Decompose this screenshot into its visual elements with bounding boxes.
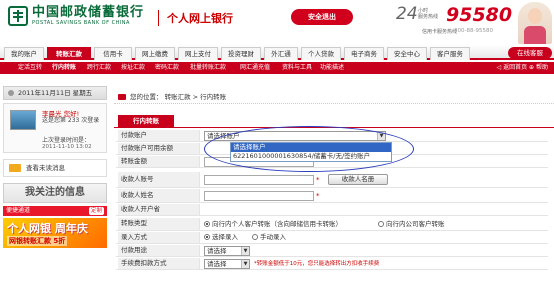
postal-logo-icon — [8, 6, 28, 26]
subnav-item[interactable]: 密码汇款 — [155, 64, 179, 72]
hotline-24: 24 — [396, 4, 418, 24]
breadcrumb: 您的位置： 转账汇款 > 行内转账 — [114, 90, 554, 104]
service-agent-image — [518, 2, 552, 44]
transfer-type-personal-radio[interactable]: 向行内个人客户转账（含向邮储信用卡转账） — [204, 219, 342, 230]
nav-ecommerce[interactable]: 电子商务 — [344, 47, 384, 60]
fee-select[interactable]: 请选择 ▼ — [204, 259, 250, 269]
nav-credit-card[interactable]: 信用卡 — [94, 47, 132, 60]
bank-name-cn: 中国邮政储蓄银行 — [32, 5, 145, 20]
dropdown-option-placeholder[interactable]: 请选择账户 — [231, 143, 391, 152]
online-service-button[interactable]: 在线客服 — [508, 47, 552, 59]
my-follow-title: 我关注的信息 — [3, 183, 107, 203]
dropdown-option-account[interactable]: 6221601000001630854/储蓄卡/无/签约账户 — [231, 152, 391, 161]
payee-name-input[interactable] — [204, 191, 314, 201]
payee-list-button[interactable]: 收款人名册 — [328, 174, 388, 185]
sidebar: 2011年11月11日 星期五 李晨光 您好! 这是您第 233 次登录 上次登… — [3, 86, 107, 291]
date-bar: 2011年11月11日 星期五 — [3, 86, 107, 100]
subnav-item[interactable]: 定活互转 — [18, 64, 42, 72]
hotline: 24 小时 服务热线 95580 信用卡服务热线 400-88-95580 — [396, 4, 516, 38]
payee-account-row: 收款人账号 * 收款人名册 — [116, 172, 548, 188]
payee-account-input[interactable] — [204, 175, 314, 185]
last-login-time: 2011-11-10 13:02 — [42, 144, 92, 150]
payee-bank-row: 收款人开户省 — [116, 204, 548, 216]
pay-account-dropdown[interactable]: 请选择账户 6221601000001630854/储蓄卡/无/签约账户 — [230, 142, 392, 162]
subnav-item[interactable]: 资料与工具 — [282, 64, 312, 72]
mail-icon — [9, 164, 21, 172]
pay-account-row: 付款账户 请选择账户 ▼ — [116, 130, 548, 142]
nav-security[interactable]: 安全中心 — [387, 47, 427, 60]
subnav-item[interactable]: 网汇通充值 — [240, 64, 270, 72]
nav-forex[interactable]: 外汇通 — [264, 47, 298, 60]
nav-my-account[interactable]: 我的账户 — [4, 47, 44, 60]
avatar — [10, 110, 36, 130]
unread-messages-link[interactable]: 查看未读消息 — [3, 159, 107, 177]
hotline-tel: 400-88-95580 — [454, 28, 493, 34]
entry-select-radio[interactable]: 选择录入 — [204, 232, 238, 243]
chevron-down-icon: ▼ — [241, 247, 249, 255]
subnav-item[interactable]: 跨行汇款 — [87, 64, 111, 72]
main-nav: 我的账户 转账汇款 信用卡 网上缴费 网上支付 投资理财 外汇通 个人贷款 电子… — [0, 45, 554, 60]
fee-note: *转账金额低于10元，您只能选择转出方扣收手续费 — [254, 261, 380, 267]
hotline-number: 95580 — [446, 4, 513, 26]
subnav-item[interactable]: 批量转账汇款 — [190, 64, 226, 72]
subnav-right-links[interactable]: ◁ 返回首页 ⊕ 帮助 — [497, 64, 548, 72]
transfer-type-row: 转账类型 向行内个人客户转账（含向邮储信用卡转账） 向行内公司客户转账 — [116, 218, 548, 231]
nav-transfer[interactable]: 转账汇款 — [47, 47, 91, 60]
safe-exit-button[interactable]: 安全退出 — [291, 9, 353, 25]
section-title: 行内转账 — [118, 115, 174, 127]
entry-manual-radio[interactable]: 手动录入 — [252, 232, 286, 243]
purpose-row: 付款用途 请选择 ▼ — [116, 245, 548, 257]
section-divider — [114, 127, 554, 128]
chevron-down-icon: ▼ — [241, 260, 249, 268]
header: 中国邮政储蓄银行 POSTAL SAVINGS BANK OF CHINA 个人… — [0, 0, 554, 44]
customize-button[interactable]: 定制 — [88, 207, 104, 215]
bank-name-en: POSTAL SAVINGS BANK OF CHINA — [32, 20, 130, 26]
nav-bill-pay[interactable]: 网上缴费 — [135, 47, 175, 60]
nav-service[interactable]: 客户服务 — [430, 47, 470, 60]
promo-banner[interactable]: 个人网银 周年庆 网银转账汇款 5折 — [3, 218, 107, 248]
login-count: 这是您第 233 次登录 — [42, 117, 100, 124]
purpose-select[interactable]: 请选择 ▼ — [204, 246, 250, 256]
main-content: 您的位置： 转账汇款 > 行内转账 行内转账 付款账户 请选择账户 ▼ 付款账户可… — [114, 90, 554, 291]
chevron-down-icon: ▼ — [377, 132, 385, 140]
subnav-item[interactable]: 按址汇款 — [121, 64, 145, 72]
entry-mode-row: 录入方式 选择录入 手动录入 — [116, 232, 548, 244]
nav-invest[interactable]: 投资理财 — [221, 47, 261, 60]
hotline-small: 小时 服务热线 — [418, 8, 439, 20]
product-title: 个人网上银行 — [167, 12, 233, 25]
nav-loan[interactable]: 个人贷款 — [301, 47, 341, 60]
payee-name-row: 收款人姓名 * — [116, 189, 548, 203]
last-login-label: 上次登录时间是： — [42, 137, 91, 144]
hotline-label: 信用卡服务热线 — [422, 29, 458, 35]
subnav-item[interactable]: 功能描述 — [320, 64, 344, 72]
shortcut-bar: 便捷通道 定制 — [3, 206, 107, 216]
fee-row: 手续费扣款方式 请选择 ▼ *转账金额低于10元，您只能选择转出方扣收手续费 — [116, 258, 548, 270]
bank-logo: 中国邮政储蓄银行 POSTAL SAVINGS BANK OF CHINA — [8, 6, 144, 26]
subnav-item-active[interactable]: 行内转账 — [52, 64, 76, 72]
sub-nav: 定活互转 行内转账 跨行汇款 按址汇款 密码汇款 批量转账汇款 网汇通充值 资料… — [0, 62, 554, 74]
user-info: 李晨光 您好! 这是您第 233 次登录 上次登录时间是： 2011-11-10… — [3, 103, 107, 153]
header-divider — [158, 10, 159, 26]
nav-online-pay[interactable]: 网上支付 — [178, 47, 218, 60]
pay-account-select[interactable]: 请选择账户 ▼ — [204, 131, 386, 141]
transfer-type-company-radio[interactable]: 向行内公司客户转账 — [378, 219, 445, 230]
